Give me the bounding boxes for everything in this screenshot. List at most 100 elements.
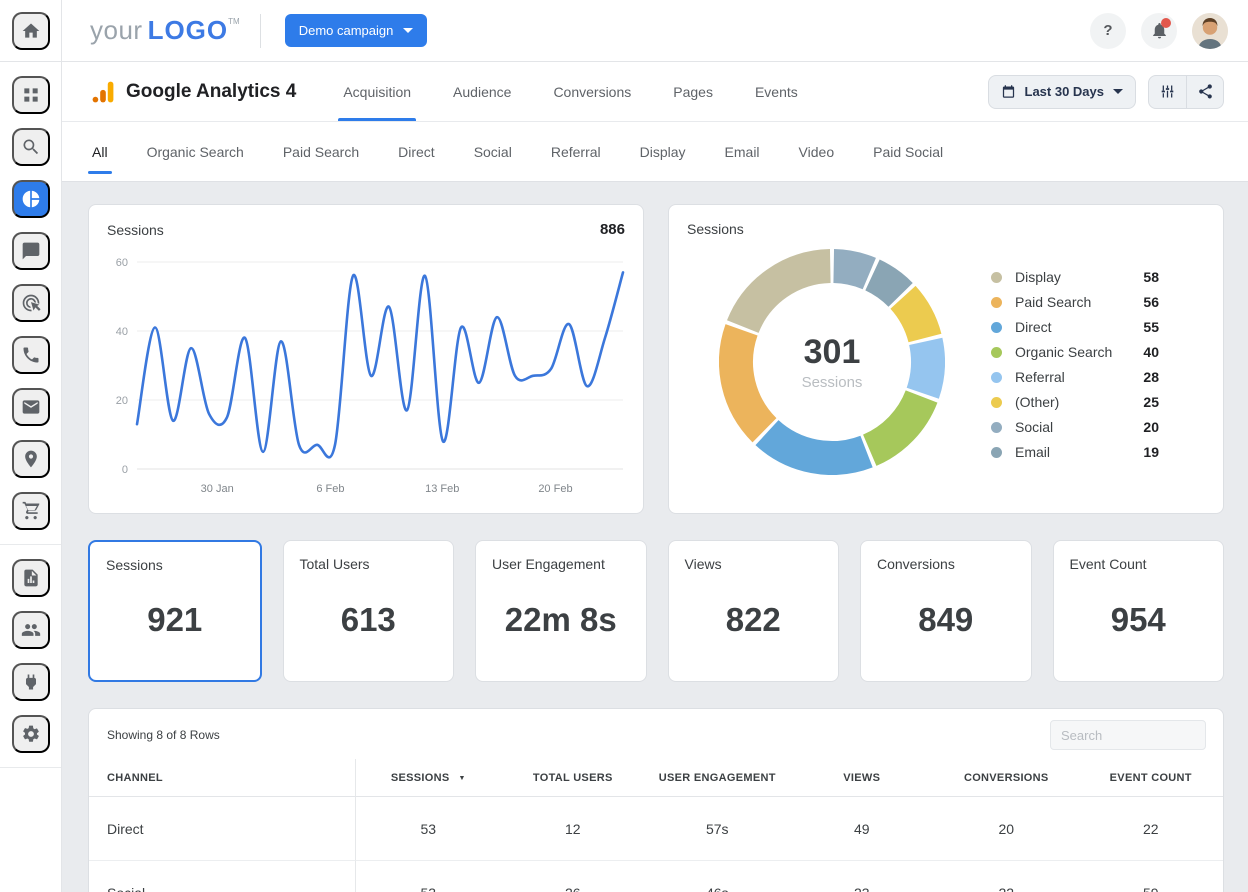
filter-chip-display[interactable]: Display	[640, 122, 686, 181]
x-axis-tick-label: 6 Feb	[316, 483, 344, 495]
metric-card-value: 22m 8s	[504, 601, 617, 638]
sidebar-item-cart[interactable]	[11, 492, 50, 530]
x-axis-tick-label: 20 Feb	[538, 483, 572, 495]
table-header-views[interactable]: VIEWS	[789, 759, 934, 797]
metric-card-conversions[interactable]: Conversions 849	[860, 540, 1032, 682]
tab-audience[interactable]: Audience	[432, 62, 532, 121]
sidebar-item-chat[interactable]	[11, 232, 50, 270]
filter-chip-social[interactable]: Social	[474, 122, 512, 181]
home-icon	[22, 23, 39, 38]
metric-cards-row: Sessions 921 Total Users 613 User Engagement…	[88, 540, 1224, 682]
tab-conversions[interactable]: Conversions	[532, 62, 652, 121]
sidebar-item-report[interactable]	[11, 559, 50, 597]
legend-item: Social 20	[991, 419, 1159, 435]
donut-segment-paid-search	[719, 324, 777, 443]
table-header-user-engagement[interactable]: USER ENGAGEMENT	[645, 759, 790, 797]
plug-icon	[25, 674, 36, 690]
report-header: Google Analytics 4 Acquisition Audience Co…	[62, 62, 1248, 122]
legend-value: 19	[1143, 444, 1159, 460]
phone-icon	[23, 347, 38, 363]
donut-segment-email	[864, 259, 913, 308]
legend-item: Display 58	[991, 269, 1159, 285]
legend-value: 55	[1143, 319, 1159, 335]
table-header-conversions[interactable]: CONVERSIONS	[934, 759, 1079, 797]
filter-chip-email[interactable]: Email	[725, 122, 760, 181]
donut-segment-social	[832, 249, 876, 290]
sidebar-item-plug[interactable]	[11, 663, 50, 701]
tab-pages[interactable]: Pages	[652, 62, 734, 121]
filter-chip-all[interactable]: All	[88, 122, 112, 181]
sidebar-item-location[interactable]	[11, 440, 50, 478]
filter-chip-referral[interactable]: Referral	[551, 122, 601, 181]
report-actions: Last 30 Days	[987, 74, 1224, 109]
legend-item: Paid Search 56	[991, 294, 1159, 310]
sidebar-item-phone[interactable]	[11, 336, 50, 374]
table-header-total-users[interactable]: TOTAL USERS	[500, 759, 645, 797]
report-icon	[23, 569, 38, 587]
legend-value: 25	[1143, 394, 1159, 410]
legend-value: 28	[1143, 369, 1159, 385]
table-toolbar: Showing 8 of 8 Rows	[89, 709, 1223, 759]
sidebar-group-1	[0, 62, 61, 544]
sidebar-top-section	[0, 0, 61, 62]
table-header-label: CONVERSIONS	[963, 772, 1049, 784]
metric-card-user-engagement[interactable]: User Engagement 22m 8s	[475, 540, 647, 682]
table-header-event-count[interactable]: EVENT COUNT	[1078, 759, 1223, 797]
sidebar-item-search[interactable]	[11, 128, 50, 166]
filter-settings-button[interactable]	[1149, 76, 1186, 108]
sidebar-item-ad-click[interactable]	[11, 284, 50, 322]
legend-value: 40	[1143, 344, 1159, 360]
tab-acquisition[interactable]: Acquisition	[322, 62, 432, 121]
sidebar-item-grid[interactable]	[11, 76, 50, 114]
filter-chip-direct[interactable]: Direct	[398, 122, 435, 181]
cart-icon	[22, 501, 39, 520]
legend-dot	[991, 396, 1002, 408]
table-search-input[interactable]	[1050, 720, 1206, 750]
date-range-button[interactable]: Last 30 Days	[987, 74, 1136, 109]
logo-trademark: TM	[228, 17, 240, 26]
metric-card-views[interactable]: Views 822	[667, 540, 839, 682]
metric-card-event-count[interactable]: Event Count 954	[1052, 540, 1224, 682]
sidebar-item-users[interactable]	[11, 611, 50, 649]
tab-events[interactable]: Events	[734, 62, 819, 121]
topbar: your LOGO TM Demo campaign ?	[62, 0, 1248, 62]
legend-label: Referral	[1015, 369, 1065, 385]
filter-chip-video[interactable]: Video	[799, 122, 835, 181]
metric-card-value: 849	[918, 601, 974, 638]
help-button[interactable]: ?	[1090, 12, 1126, 49]
user-avatar[interactable]	[1192, 12, 1228, 49]
search-icon	[22, 139, 38, 155]
filter-chip-paid-social[interactable]: Paid Social	[873, 122, 943, 181]
metric-card-total-users[interactable]: Total Users 613	[282, 540, 454, 682]
table-header-label: SESSIONS	[390, 772, 450, 784]
sidebar	[0, 0, 62, 892]
legend-item: Direct 55	[991, 319, 1159, 335]
table-cell: 22	[1078, 797, 1223, 861]
app-window: your LOGO TM Demo campaign ? Google Anal…	[0, 0, 1248, 892]
legend-dot	[991, 446, 1002, 458]
share-icon	[1198, 84, 1212, 99]
table-header-channel[interactable]: CHANNEL	[89, 759, 356, 797]
campaign-selector-button[interactable]: Demo campaign	[284, 14, 428, 47]
notifications-button[interactable]	[1141, 12, 1177, 49]
legend-label: Email	[1015, 444, 1051, 460]
share-button[interactable]	[1186, 75, 1223, 108]
chat-icon	[22, 242, 39, 260]
filter-chip-organic-search[interactable]: Organic Search	[147, 122, 244, 181]
sidebar-divider	[0, 767, 61, 768]
sessions-line-series	[135, 271, 625, 459]
sidebar-item-mail[interactable]	[11, 388, 50, 426]
sidebar-item-settings[interactable]	[11, 715, 50, 753]
metric-card-value: 822	[725, 601, 781, 638]
donut-segment-referral	[906, 337, 945, 399]
sidebar-item-pie-chart[interactable]	[11, 180, 50, 218]
filter-chip-paid-search[interactable]: Paid Search	[283, 122, 359, 181]
sidebar-item-home[interactable]	[11, 11, 50, 50]
google-analytics-icon	[92, 81, 114, 102]
metric-card-sessions[interactable]: Sessions 921	[88, 540, 262, 682]
sliders-icon	[1161, 85, 1174, 98]
report-title: Google Analytics 4	[126, 80, 297, 102]
table-header-sessions[interactable]: SESSIONS ▼	[356, 759, 501, 797]
x-axis-tick-label: 13 Feb	[425, 483, 459, 495]
legend-label: Paid Search	[1015, 294, 1092, 310]
